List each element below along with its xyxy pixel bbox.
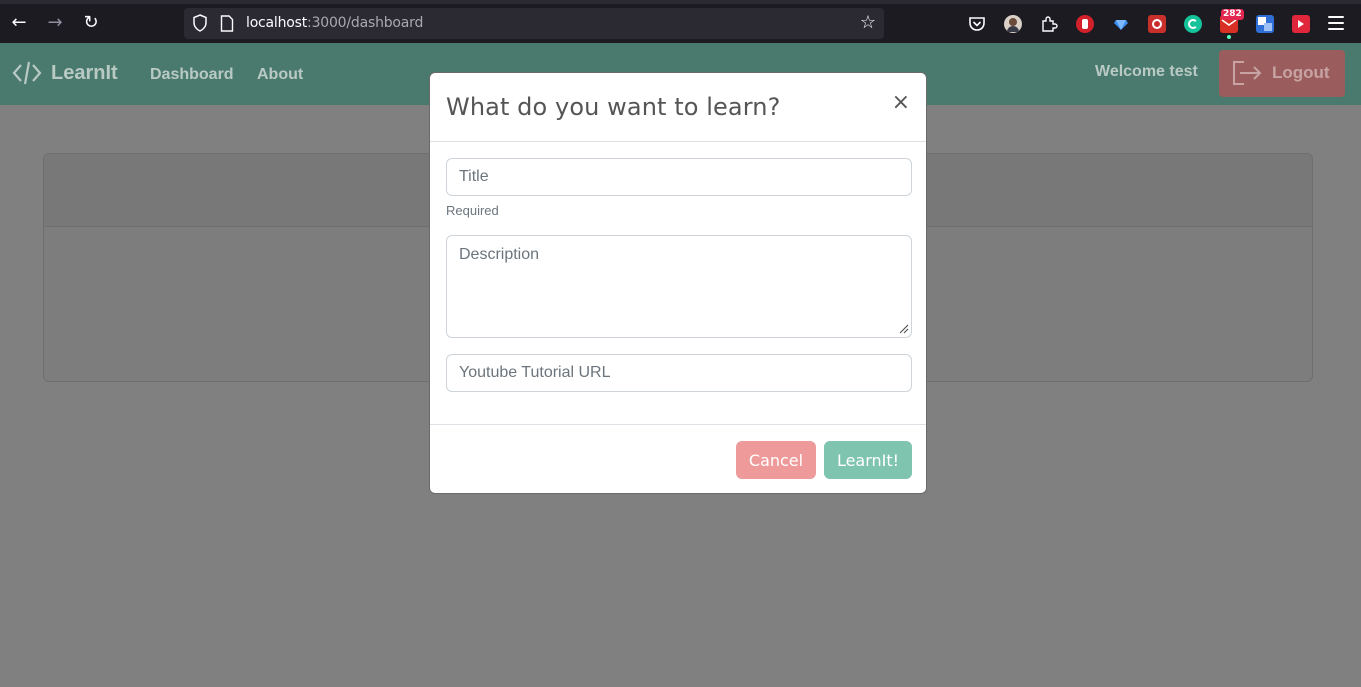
pocket-icon[interactable]	[968, 15, 986, 33]
page-icon	[220, 15, 234, 32]
address-bar[interactable]: localhost:3000/dashboard ☆	[184, 8, 884, 39]
grammarly-icon[interactable]	[1184, 15, 1202, 33]
cancel-button[interactable]: Cancel	[736, 441, 816, 479]
logout-button[interactable]: Logout	[1219, 50, 1345, 97]
learnit-submit-button[interactable]: LearnIt!	[824, 441, 912, 479]
title-required-hint: Required	[446, 203, 499, 218]
reload-icon[interactable]: ↻	[79, 11, 103, 35]
title-input[interactable]	[446, 158, 912, 196]
description-textarea[interactable]	[446, 235, 912, 338]
logout-label: Logout	[1272, 63, 1330, 82]
account-avatar-icon[interactable]	[1004, 15, 1022, 33]
url-path: :3000/dashboard	[307, 15, 424, 31]
diamond-extension-icon[interactable]	[1112, 15, 1130, 33]
tracker-extension-icon[interactable]	[1148, 15, 1166, 33]
resize-grip-icon[interactable]	[897, 322, 909, 334]
forward-icon[interactable]: →	[43, 11, 67, 35]
nav-link-dashboard[interactable]: Dashboard	[150, 66, 234, 84]
mail-status-dot	[1227, 35, 1231, 39]
menu-hamburger-icon[interactable]	[1328, 16, 1344, 30]
nav-link-about[interactable]: About	[257, 66, 303, 84]
logout-icon	[1233, 61, 1262, 85]
welcome-text: Welcome test	[1095, 63, 1198, 80]
brand-name[interactable]: LearnIt	[51, 62, 118, 85]
extensions-puzzle-icon[interactable]	[1040, 15, 1058, 33]
translate-icon[interactable]	[1256, 15, 1274, 33]
youtube-url-input[interactable]	[446, 354, 912, 392]
modal-footer: Cancel LearnIt!	[430, 424, 926, 494]
code-logo-icon	[12, 61, 42, 85]
shield-icon[interactable]	[192, 14, 208, 32]
learn-modal: What do you want to learn? × Required Ca…	[429, 72, 927, 494]
modal-title: What do you want to learn?	[446, 93, 781, 121]
close-icon[interactable]: ×	[892, 92, 910, 114]
back-icon[interactable]: ←	[7, 11, 31, 35]
mail-badge: 282	[1221, 9, 1244, 20]
url-text[interactable]: localhost:3000/dashboard	[246, 15, 423, 31]
modal-header: What do you want to learn? ×	[430, 73, 926, 142]
url-host: localhost	[246, 15, 308, 31]
browser-toolbar: ← → ↻ localhost:3000/dashboard ☆ 282	[0, 0, 1361, 43]
video-extension-icon[interactable]	[1292, 15, 1310, 33]
adblock-hand-icon[interactable]	[1076, 15, 1094, 33]
bookmark-star-icon[interactable]: ☆	[858, 13, 878, 33]
